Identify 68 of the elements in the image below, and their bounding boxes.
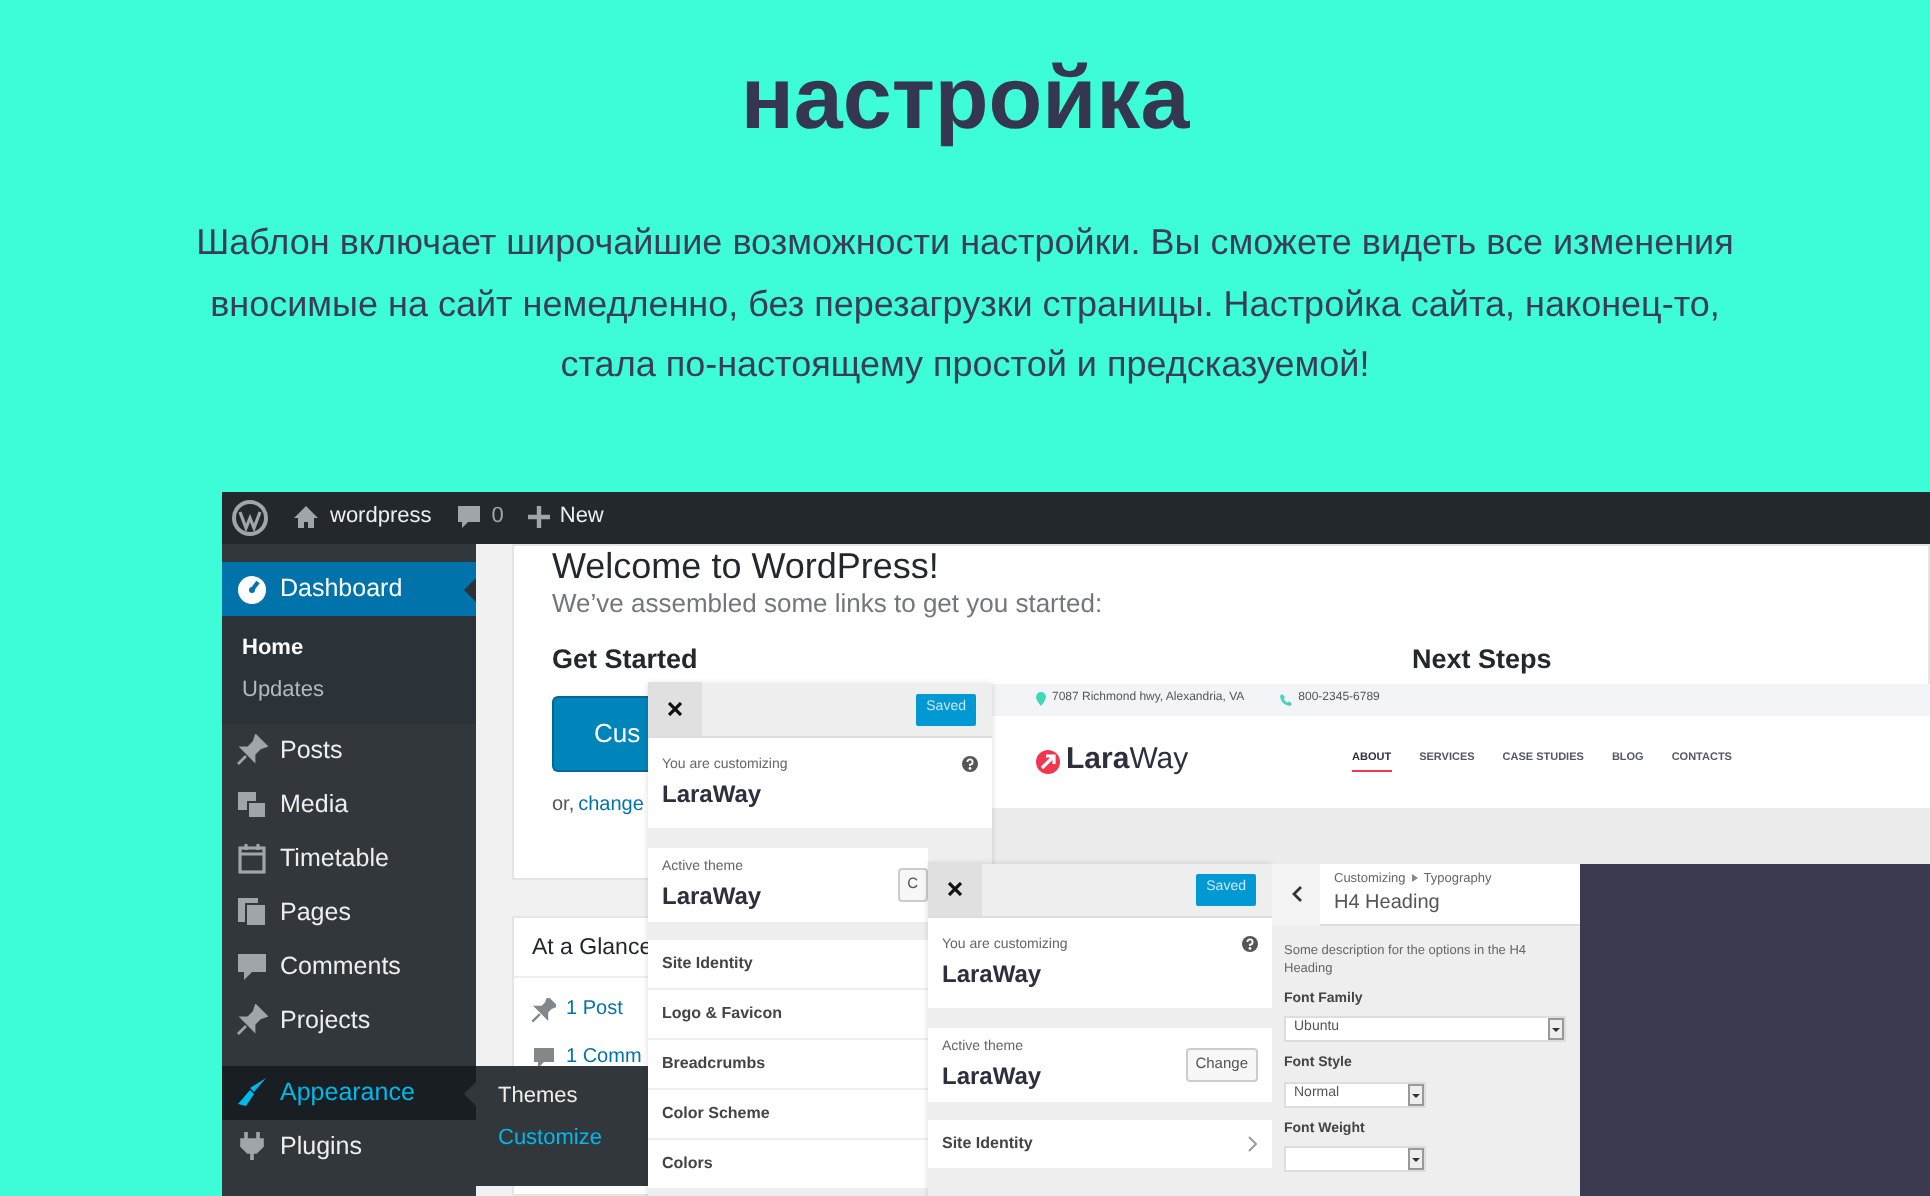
flyout-item[interactable]: Themes xyxy=(498,1075,578,1117)
back-button[interactable] xyxy=(1272,863,1320,925)
comment-icon xyxy=(236,950,268,982)
pin-icon xyxy=(236,1004,268,1036)
welcome-subtitle: We’ve assembled some links to get you started: xyxy=(552,585,1103,621)
site-logo-text: LaraWay xyxy=(1066,740,1189,781)
menu-item[interactable]: Dashboard xyxy=(222,561,476,615)
map-pin-icon xyxy=(1036,692,1046,706)
comments-link[interactable]: 0 xyxy=(455,500,504,534)
select-field[interactable] xyxy=(1284,1146,1426,1172)
link-prefix: or, xyxy=(552,791,575,820)
menu-item[interactable]: Projects xyxy=(222,993,476,1047)
section-item[interactable]: Site Identity xyxy=(648,939,928,989)
theme-name: LaraWay xyxy=(662,880,762,914)
logo-icon xyxy=(1036,749,1060,773)
media-icon xyxy=(236,788,268,820)
dashboard-icon xyxy=(236,572,268,604)
section-heading: Next Steps xyxy=(1412,641,1552,678)
menu-item[interactable]: Posts xyxy=(222,723,476,777)
theme-name: LaraWay xyxy=(942,1060,1042,1094)
theme-name: LaraWay xyxy=(662,778,764,812)
menu-item[interactable]: Appearance xyxy=(222,1065,476,1119)
panel-title: H4 Heading xyxy=(1334,890,1442,919)
section-item[interactable]: Logo & Favicon xyxy=(648,989,928,1039)
menu-item[interactable]: Timetable xyxy=(222,831,476,885)
pin-icon xyxy=(532,997,556,1021)
plus-icon xyxy=(527,506,550,528)
menu-item[interactable]: Pages xyxy=(222,885,476,939)
help-icon xyxy=(962,755,978,771)
menu-item[interactable]: Media xyxy=(222,777,476,831)
welcome-title: Welcome to WordPress! xyxy=(552,545,939,585)
help-icon xyxy=(1242,935,1258,951)
section-item[interactable]: Breadcrumbs xyxy=(648,1039,928,1089)
paintbrush-icon xyxy=(236,1076,268,1108)
triangle-icon xyxy=(1411,874,1418,883)
flyout-item[interactable]: Customize xyxy=(498,1117,602,1159)
close-icon xyxy=(948,882,962,896)
change-link[interactable]: change xyxy=(578,789,644,820)
section-heading: Get Started xyxy=(552,641,698,677)
wordpress-logo-icon xyxy=(232,499,268,535)
glance-link[interactable]: 1 Post xyxy=(566,994,623,1024)
plug-icon xyxy=(236,1130,268,1162)
close-icon xyxy=(668,702,682,716)
chevron-left-icon xyxy=(1291,886,1301,902)
submenu-item[interactable]: Updates xyxy=(222,669,476,711)
menu-item[interactable]: Comments xyxy=(222,939,476,993)
submenu-item[interactable]: Home xyxy=(222,627,476,669)
glance-link[interactable]: 1 Comm xyxy=(566,1042,642,1072)
close-button[interactable] xyxy=(928,862,982,916)
phone-icon xyxy=(1280,693,1293,705)
customize-button[interactable]: Cus xyxy=(552,695,650,772)
pages-icon xyxy=(236,896,268,928)
section-item[interactable]: Colors xyxy=(648,1139,928,1189)
intro-paragraph: Шаблон включает широчайшие возможности настройки. Вы сможете видеть все изменения вносимые на сайт немедленно, без перезагрузки страницы. Настройка сайта, наконец-то, стала по-настоящему простой и предсказуемой! xyxy=(194,220,1736,388)
theme-name: LaraWay xyxy=(942,958,1044,992)
section-item[interactable]: Site Identity xyxy=(928,1119,1272,1169)
comment-icon xyxy=(532,1045,556,1069)
close-button[interactable] xyxy=(648,682,702,736)
chevron-right-icon xyxy=(1248,1135,1258,1151)
new-link[interactable]: New xyxy=(527,500,604,534)
home-icon xyxy=(292,504,320,530)
pin-icon xyxy=(236,734,268,766)
calendar-icon xyxy=(236,842,268,874)
heading-line: настройка xyxy=(740,48,1190,152)
section-item[interactable]: Color Scheme xyxy=(648,1089,928,1139)
comment-icon xyxy=(455,504,482,530)
menu-item[interactable]: Plugins xyxy=(222,1119,476,1173)
site-link[interactable]: wordpress xyxy=(292,500,432,534)
